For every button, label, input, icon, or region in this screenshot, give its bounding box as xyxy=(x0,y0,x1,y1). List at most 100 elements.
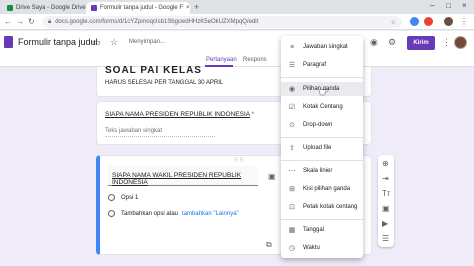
add-option-row[interactable]: Tambahkan opsi atau tambahkan "Lainnya" xyxy=(108,210,239,217)
checkbox-icon: ☑ xyxy=(288,104,296,111)
form-tabs: Pertanyaan Respons xyxy=(0,55,474,67)
menu-divider xyxy=(281,77,363,78)
question-title-input[interactable]: SIAPA NAMA WAKIL PRESIDEN REPUBLIK INDON… xyxy=(108,166,258,186)
menu-divider xyxy=(281,137,363,138)
add-section-icon[interactable]: ☰ xyxy=(382,234,389,243)
form-heading: SOAL PAI KELAS xyxy=(105,65,202,76)
menu-divider xyxy=(281,160,363,161)
mouse-pointer-icon: ☛ xyxy=(319,87,329,99)
menu-item-paragraph[interactable]: ☰ Paragraf xyxy=(281,58,363,72)
menu-item-label: Kisi pilihan ganda xyxy=(303,186,351,192)
maximize-icon[interactable]: □ xyxy=(446,1,451,10)
menu-item-time[interactable]: ◷ Waktu xyxy=(281,241,363,255)
menu-item-label: Skala linier xyxy=(303,168,333,174)
question-title: SIAPA NAMA PRESIDEN REPUBLIK INDONESIA * xyxy=(105,111,254,118)
avatar[interactable] xyxy=(454,36,467,49)
form-description: HARUS SELESAI PER TANGGAL 30 APRIL xyxy=(105,80,224,86)
extension-icon[interactable] xyxy=(424,17,433,26)
linear-scale-icon: ⋯ xyxy=(288,168,296,175)
more-options-icon[interactable]: ⋮ xyxy=(442,37,451,48)
browser-tab-drive[interactable]: Drive Saya - Google Drive × xyxy=(2,2,86,14)
calendar-icon: ▦ xyxy=(288,227,296,234)
menu-item-dropdown[interactable]: ⊙ Drop-down xyxy=(281,118,363,132)
menu-item-label: Paragraf xyxy=(303,62,327,68)
option-label[interactable]: Opsi 1 xyxy=(121,195,138,201)
add-image-icon[interactable]: ▣ xyxy=(268,172,276,181)
question-text: SIAPA NAMA PRESIDEN REPUBLIK INDONESIA xyxy=(105,111,250,118)
browser-toolbar: ← → ↻ 🔒︎ docs.google.com/forms/d/1cYZpmo… xyxy=(0,14,474,30)
upload-icon: ⇪ xyxy=(289,145,295,152)
clock-icon: ◷ xyxy=(288,245,296,252)
browser-tab-label: Formulir tanpa judul - Google F xyxy=(100,5,184,11)
menu-item-label: Petak kotak centang xyxy=(303,204,358,210)
add-other-link[interactable]: tambahkan "Lainnya" xyxy=(182,211,239,217)
lock-icon: 🔒︎ xyxy=(48,18,52,25)
menu-item-multiple-choice-grid[interactable]: ⊞ Kisi pilihan ganda xyxy=(281,182,363,196)
menu-item-date[interactable]: ▦ Tanggal xyxy=(281,223,363,237)
radio-icon: ◉ xyxy=(288,86,296,93)
forms-logo-icon[interactable] xyxy=(4,36,13,48)
saving-status: Menyimpan... xyxy=(129,39,166,45)
browser-tab-label: Drive Saya - Google Drive xyxy=(16,5,86,11)
url-text: docs.google.com/forms/d/1cYZpmoqcIsb1Sbg… xyxy=(55,19,259,25)
back-icon[interactable]: ← xyxy=(4,17,12,26)
drag-handle-icon[interactable]: ⠿⠿ xyxy=(234,157,245,164)
forward-icon[interactable]: → xyxy=(16,17,24,26)
question-type-menu: ≡ Jawaban singkat ☰ Paragraf ◉ Pilihan g… xyxy=(281,36,363,258)
forms-favicon-icon xyxy=(91,5,97,11)
add-video-icon[interactable]: ▶ xyxy=(382,219,388,228)
add-question-icon[interactable]: ⊕ xyxy=(382,159,389,168)
question-text: SIAPA NAMA WAKIL PRESIDEN REPUBLIK INDON… xyxy=(112,172,242,186)
menu-item-checkbox-grid[interactable]: ⊡ Petak kotak centang xyxy=(281,200,363,214)
window-close-icon[interactable]: × xyxy=(462,1,467,10)
drive-favicon-icon xyxy=(7,5,13,11)
new-tab-button[interactable]: + xyxy=(194,2,199,12)
add-image-icon[interactable]: ▣ xyxy=(382,204,390,213)
paragraph-icon: ☰ xyxy=(288,62,296,69)
menu-item-label: Jawaban singkat xyxy=(303,44,348,50)
menu-item-checkboxes[interactable]: ☑ Kotak Centang xyxy=(281,100,363,114)
dropdown-icon: ⊙ xyxy=(289,122,295,129)
form-title[interactable]: Formulir tanpa judul xyxy=(18,37,98,47)
star-icon[interactable]: ☆ xyxy=(110,37,118,48)
floating-toolbar: ⊕ ⇥ Tт ▣ ▶ ☰ xyxy=(378,155,394,247)
radio-icon xyxy=(108,210,115,217)
send-button[interactable]: Kirim xyxy=(407,36,435,50)
browser-tab-forms[interactable]: Formulir tanpa judul - Google F × xyxy=(86,2,190,14)
add-title-icon[interactable]: Tт xyxy=(382,189,391,198)
tab-responses[interactable]: Respons xyxy=(243,57,267,63)
settings-gear-icon[interactable]: ⚙ xyxy=(388,37,396,48)
grid-icon: ⊞ xyxy=(289,186,295,193)
menu-item-label: Tanggal xyxy=(303,227,325,233)
profile-icon[interactable] xyxy=(444,17,453,26)
browser-tab-bar: Drive Saya - Google Drive × Formulir tan… xyxy=(0,0,474,14)
tab-questions[interactable]: Pertanyaan xyxy=(206,57,237,63)
short-text-icon: ≡ xyxy=(289,43,295,51)
duplicate-icon[interactable]: ⧉ xyxy=(266,240,272,250)
import-questions-icon[interactable]: ⇥ xyxy=(382,174,389,183)
add-option-text[interactable]: Tambahkan opsi atau xyxy=(121,211,178,217)
menu-item-label: Drop-down xyxy=(303,122,333,128)
folder-icon[interactable]: ▭ xyxy=(92,37,101,48)
bookmark-star-icon[interactable]: ☆ xyxy=(391,19,396,26)
short-answer-placeholder: Teks jawaban singkat xyxy=(105,128,215,137)
menu-item-label: Waktu xyxy=(303,245,320,251)
address-bar[interactable]: 🔒︎ docs.google.com/forms/d/1cYZpmoqcIsb1… xyxy=(42,16,402,28)
required-asterisk: * xyxy=(251,111,255,118)
checkbox-grid-icon: ⊡ xyxy=(289,204,295,211)
minimize-icon[interactable]: – xyxy=(430,1,434,10)
menu-item-linear-scale[interactable]: ⋯ Skala linier xyxy=(281,164,363,178)
menu-item-label: Upload file xyxy=(303,145,332,151)
browser-menu-icon[interactable]: ⋮ xyxy=(460,17,468,26)
menu-item-label: Kotak Centang xyxy=(303,104,343,110)
option-row[interactable]: Opsi 1 xyxy=(108,194,138,201)
reload-icon[interactable]: ↻ xyxy=(28,17,35,26)
close-tab-icon[interactable]: × xyxy=(183,5,190,11)
preview-eye-icon[interactable]: ◉ xyxy=(370,37,378,48)
menu-item-upload-file[interactable]: ⇪ Upload file xyxy=(281,141,363,155)
forms-header: Formulir tanpa judul ▭ ☆ Menyimpan... ◉ … xyxy=(0,31,474,55)
extension-icon[interactable] xyxy=(410,17,419,26)
menu-item-short-answer[interactable]: ≡ Jawaban singkat xyxy=(281,40,363,54)
menu-divider xyxy=(281,219,363,220)
radio-icon xyxy=(108,194,115,201)
